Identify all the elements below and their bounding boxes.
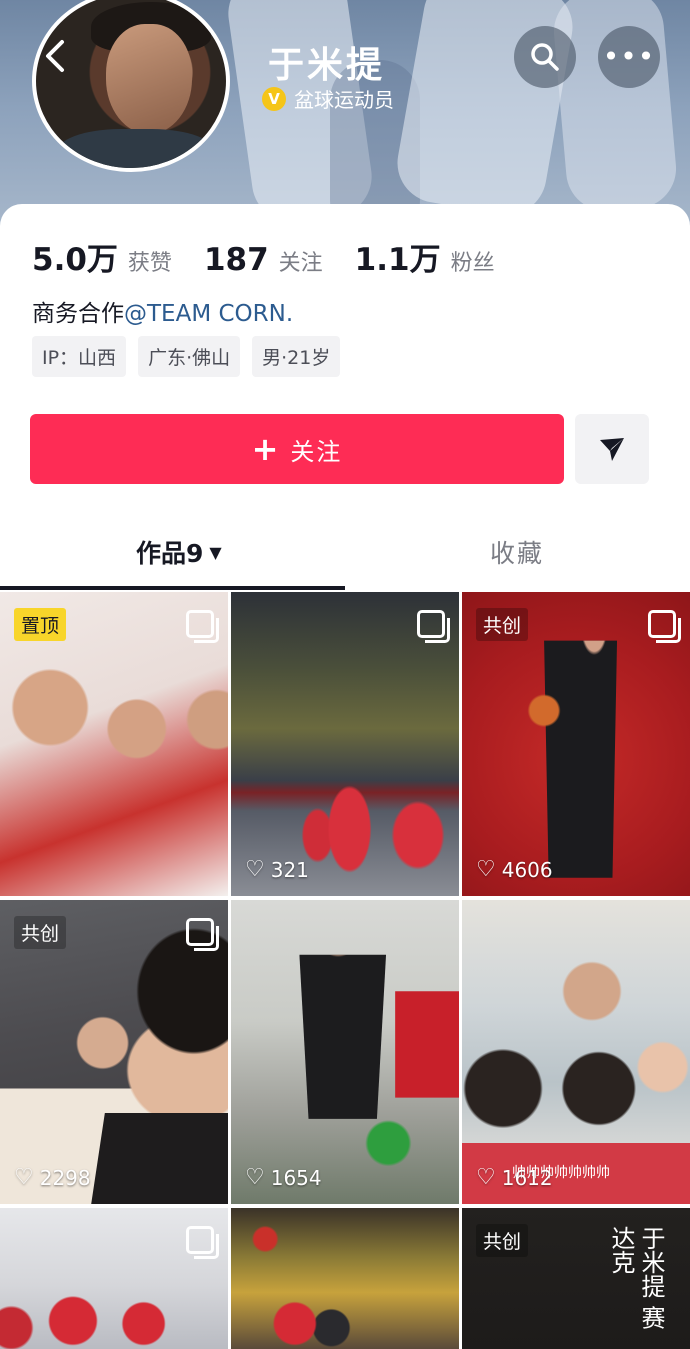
stat-followers[interactable]: 1.1万 粉丝 [355,234,495,279]
bio: 商务合作@TEAM CORN. [32,294,293,328]
chevron-left-icon [46,40,64,72]
co-create-badge: 共创 [476,1224,529,1257]
verification-text: 盆球运动员 [294,88,394,112]
video-item[interactable]: ♡ 321 [231,592,459,896]
back-button[interactable] [40,36,80,76]
search-icon [531,43,559,71]
pinned-badge: 置顶 [14,608,67,641]
heart-icon: ♡ [245,1165,265,1190]
stats-row: 5.0万 获赞 187 关注 1.1万 粉丝 [32,234,527,279]
heart-icon: ♡ [14,1165,34,1190]
caret-down-icon: ▼ [209,542,222,562]
video-item[interactable] [0,1208,228,1349]
tab-indicator [0,586,345,590]
more-icon: ••• [602,40,656,73]
like-count: ♡ 1612 [476,1165,553,1190]
tag-location[interactable]: 广东·佛山 [138,336,241,377]
video-item[interactable] [231,1208,459,1349]
tag-gender-age: 男·21岁 [252,336,341,377]
profile-tags: IP：山西 广东·佛山 男·21岁 [32,336,341,377]
co-create-badge: 共创 [14,916,67,949]
heart-icon: ♡ [476,1165,496,1190]
poster-text: 于米提 赛达克 [607,1226,665,1330]
verification: V 盆球运动员 [262,84,394,113]
co-create-badge: 共创 [476,608,529,641]
multi-image-icon [186,918,219,951]
tag-ip: IP：山西 [32,336,127,377]
video-item[interactable]: 共创 ♡ 2298 [0,900,228,1204]
video-item[interactable]: 帅帅帅帅帅帅帅 ♡ 1612 [462,900,690,1204]
stat-following[interactable]: 187 关注 [204,242,323,278]
follow-label: 关注 [290,437,343,466]
like-count: ♡ 321 [245,857,309,882]
share-button[interactable] [575,414,649,484]
multi-image-icon [186,1226,219,1259]
content-tabs: 作品9 ▼ 收藏 [0,514,690,590]
bio-mention[interactable]: @TEAM CORN. [124,301,293,327]
tab-works-label: 作品9 [136,539,204,568]
multi-image-icon [186,610,219,643]
heart-icon: ♡ [245,857,265,882]
like-count: ♡ 2298 [14,1165,91,1190]
multi-image-icon [417,610,450,643]
follow-button[interactable]: + 关注 [30,414,564,484]
verified-icon: V [262,86,286,111]
tab-works[interactable]: 作品9 ▼ [136,534,222,570]
like-count: ♡ 1654 [245,1165,322,1190]
plus-icon: + [251,430,281,468]
multi-image-icon [648,610,681,643]
video-item[interactable]: 共创 于米提 赛达克 [462,1208,690,1349]
bio-prefix: 商务合作 [32,301,124,327]
more-button[interactable]: ••• [598,26,660,88]
avatar[interactable] [32,0,230,172]
tab-favorites[interactable]: 收藏 [490,534,544,570]
heart-icon: ♡ [476,857,496,882]
stat-likes[interactable]: 5.0万 获赞 [32,234,172,279]
like-count: ♡ 4606 [476,857,553,882]
search-button[interactable] [514,26,576,88]
send-icon [600,438,624,461]
video-item[interactable]: 置顶 [0,592,228,896]
video-item[interactable]: 共创 ♡ 4606 [462,592,690,896]
video-item[interactable]: ♡ 1654 [231,900,459,1204]
profile-name: 于米提 [268,45,386,86]
